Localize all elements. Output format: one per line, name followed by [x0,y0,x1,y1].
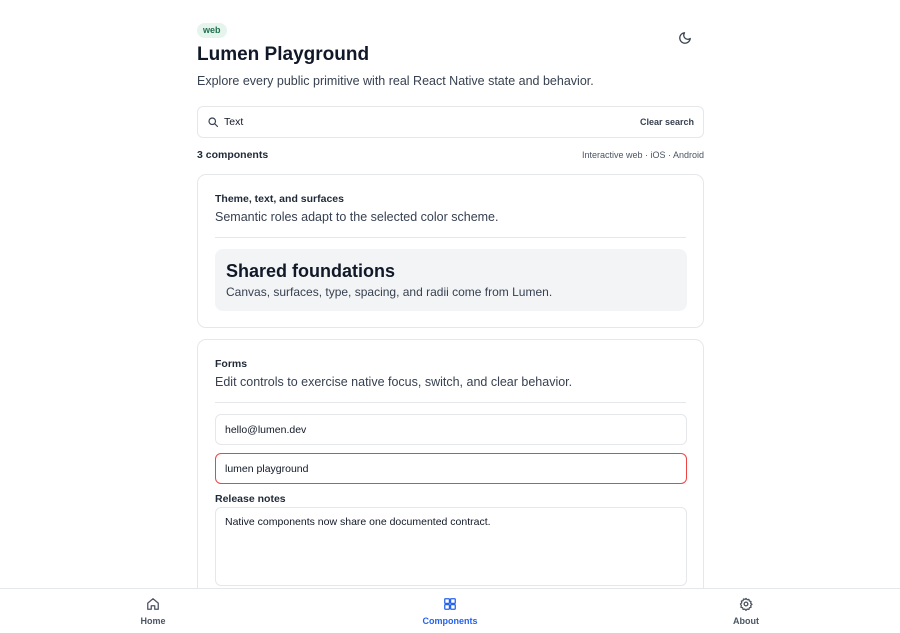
moon-icon [679,32,691,44]
card-divider [215,237,686,238]
platform-note: Interactive web · iOS · Android [581,150,704,160]
tab-label: Home [140,616,166,626]
results-count: 3 components [197,149,269,161]
card-description: Edit controls to exercise native focus, … [215,375,573,389]
card-title: Forms [215,358,248,370]
card-title: Theme, text, and surfaces [215,193,344,205]
email-field[interactable] [215,414,687,445]
name-field[interactable] [215,453,687,484]
gear-icon [739,597,753,611]
forms-card: Forms Edit controls to exercise native f… [197,339,704,588]
page-title: Lumen Playground [197,44,370,65]
tab-label: About [733,616,759,626]
search-input[interactable] [224,107,640,137]
theme-card: Theme, text, and surfaces Semantic roles… [197,174,704,328]
theme-toggle-button[interactable] [674,27,696,49]
surface-title: Shared foundations [226,261,396,281]
release-notes-label: Release notes [215,493,286,505]
bottom-tab-bar: Home Components About [0,588,900,633]
page-scroll-area[interactable]: web Lumen Playground Explore every publi… [0,0,900,588]
foundations-surface: Shared foundations Canvas, surfaces, typ… [215,249,687,311]
platform-badge: web [197,23,227,38]
surface-description: Canvas, surfaces, type, spacing, and rad… [226,285,553,299]
card-divider [215,402,686,403]
card-description: Semantic roles adapt to the selected col… [215,210,499,224]
tab-about[interactable]: About [696,589,796,633]
release-notes-textarea[interactable]: Native components now share one document… [215,507,687,586]
tab-label: Components [422,616,478,626]
home-icon [146,597,160,611]
clear-search-button[interactable]: Clear search [640,117,694,127]
tab-home[interactable]: Home [103,589,203,633]
search-box: Clear search [197,106,704,138]
search-icon [207,116,219,128]
components-icon [443,597,457,611]
page-subtitle: Explore every public primitive with real… [197,74,594,88]
tab-components[interactable]: Components [400,589,500,633]
